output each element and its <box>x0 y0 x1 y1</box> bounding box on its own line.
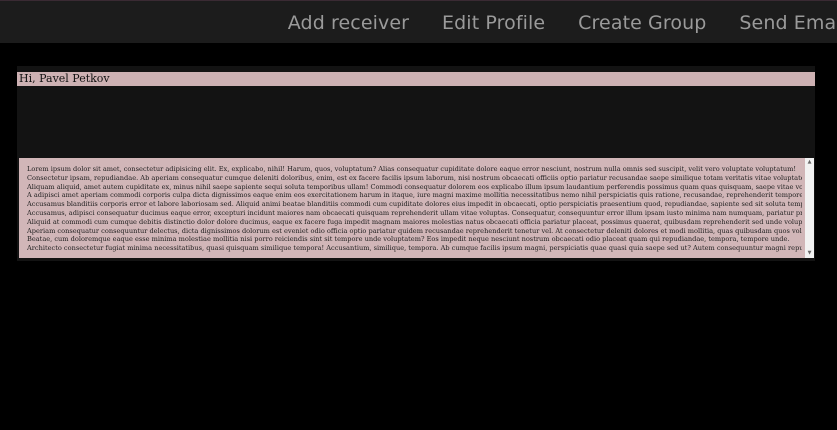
nav-create-group[interactable]: Create Group <box>578 12 706 34</box>
scroll-down-arrow-icon[interactable]: ▼ <box>806 250 813 257</box>
content-line: Lorem ipsum dolor sit amet, consectetur … <box>27 165 796 173</box>
top-navbar: Add receiver Edit Profile Create Group S… <box>0 0 837 43</box>
scroll-up-arrow-icon[interactable]: ▲ <box>806 159 813 166</box>
nav-edit-profile[interactable]: Edit Profile <box>442 12 545 34</box>
content-line: Aperiam consequatur consequuntur delectu… <box>27 226 802 235</box>
content-line: Consectetur ipsam, repudiandae. Ab aperi… <box>27 173 802 182</box>
content-line: Accusamus blanditiis corporis error et l… <box>27 200 802 209</box>
content-line: A adipisci amet aperiam commodi corporis… <box>27 191 802 200</box>
content-line: Beatae, cum doloremque eaque esse minima… <box>27 235 790 244</box>
greeting-banner: Hi, Pavel Petkov <box>17 72 815 86</box>
content-line: Aliquam aliquid, amet autem cupiditate e… <box>27 182 802 191</box>
content-textarea[interactable]: Lorem ipsum dolor sit amet, consectetur … <box>19 158 814 258</box>
main-panel: Hi, Pavel Petkov Lorem ipsum dolor sit a… <box>17 66 815 261</box>
content-line: Accusamus, adipisci consequatur ducimus … <box>27 208 802 217</box>
nav-add-receiver[interactable]: Add receiver <box>288 12 409 34</box>
content-line: Architecto consectetur fugiat minima nec… <box>27 244 802 253</box>
nav-links: Add receiver Edit Profile Create Group S… <box>255 1 837 43</box>
content-line: Aliquid at commodi cum cumque debitis di… <box>27 217 802 226</box>
nav-send-email[interactable]: Send Email <box>739 12 837 34</box>
textarea-scrollbar[interactable]: ▲ ▼ <box>805 158 814 258</box>
